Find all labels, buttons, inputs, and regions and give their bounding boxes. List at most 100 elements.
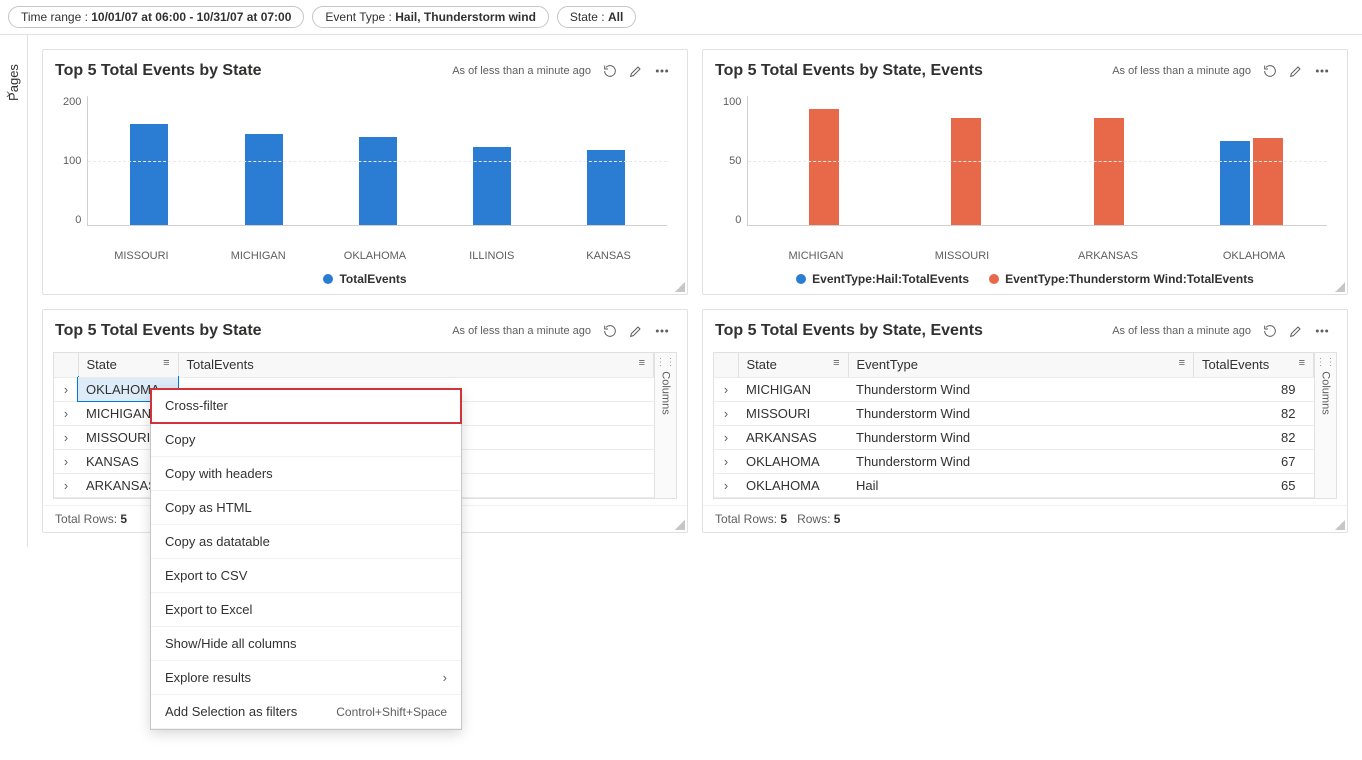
legend-item[interactable]: EventType:Thunderstorm Wind:TotalEvents	[989, 272, 1254, 286]
table-row[interactable]: ›MISSOURIThunderstorm Wind82	[714, 401, 1314, 425]
cell-total[interactable]: 65	[1194, 473, 1314, 497]
refresh-icon[interactable]	[597, 58, 623, 84]
menu-cross-filter[interactable]: Cross-filter	[151, 389, 461, 423]
cell-state[interactable]: ARKANSAS	[738, 425, 848, 449]
column-menu-icon[interactable]: ≡	[1179, 357, 1185, 369]
cell-eventtype[interactable]: Hail	[848, 473, 1194, 497]
more-icon[interactable]	[649, 318, 675, 344]
col-header-eventtype[interactable]: EventType	[857, 357, 918, 372]
expand-icon[interactable]: ›	[54, 473, 78, 497]
pages-label: Pages	[6, 64, 21, 101]
edit-icon[interactable]	[623, 58, 649, 84]
expand-icon[interactable]: ›	[54, 401, 78, 425]
bar[interactable]	[809, 109, 839, 225]
menu-copy-datatable[interactable]: Copy as datatable	[151, 525, 461, 559]
refresh-icon[interactable]	[597, 318, 623, 344]
menu-copy-html[interactable]: Copy as HTML	[151, 491, 461, 525]
bar[interactable]	[245, 134, 283, 225]
cell-eventtype[interactable]: Thunderstorm Wind	[848, 449, 1194, 473]
bar[interactable]	[473, 147, 511, 225]
table-footer: Total Rows: 5 Rows: 5	[703, 505, 1347, 532]
filter-time-range[interactable]: Time range : 10/01/07 at 06:00 - 10/31/0…	[8, 6, 304, 28]
expand-icon[interactable]: ›	[54, 377, 78, 401]
bar[interactable]	[359, 137, 397, 225]
menu-copy-headers[interactable]: Copy with headers	[151, 457, 461, 491]
column-menu-icon[interactable]: ≡	[639, 357, 645, 369]
legend-label: EventType:Thunderstorm Wind:TotalEvents	[1005, 272, 1254, 286]
columns-label: Columns	[660, 371, 672, 414]
edit-icon[interactable]	[1283, 318, 1309, 344]
expand-icon[interactable]: ›	[714, 473, 738, 497]
expand-icon[interactable]: ›	[714, 377, 738, 401]
cell-state[interactable]: OKLAHOMA	[738, 449, 848, 473]
cell-state[interactable]: OKLAHOMA	[738, 473, 848, 497]
cell-total[interactable]: 82	[1194, 425, 1314, 449]
tile-top5-state-chart: Top 5 Total Events by State As of less t…	[42, 49, 688, 295]
bar[interactable]	[1253, 138, 1283, 225]
tile-timestamp: As of less than a minute ago	[452, 65, 591, 77]
refresh-icon[interactable]	[1257, 58, 1283, 84]
bar[interactable]	[951, 118, 981, 225]
bar[interactable]	[130, 124, 168, 225]
columns-panel-toggle[interactable]: ⋮⋮ Columns	[1314, 353, 1336, 498]
col-header-state[interactable]: State	[87, 357, 117, 372]
columns-panel-toggle[interactable]: ⋮⋮ Columns	[654, 353, 676, 498]
expand-icon[interactable]: ›	[714, 449, 738, 473]
expand-icon[interactable]: ›	[54, 449, 78, 473]
cell-eventtype[interactable]: Thunderstorm Wind	[848, 425, 1194, 449]
resize-handle[interactable]	[1335, 282, 1345, 292]
column-menu-icon[interactable]: ≡	[1299, 357, 1305, 369]
expand-icon[interactable]: ›	[714, 425, 738, 449]
pages-panel-collapsed[interactable]: › Pages	[0, 35, 28, 547]
more-icon[interactable]	[649, 58, 675, 84]
filter-state[interactable]: State : All	[557, 6, 636, 28]
cell-total[interactable]: 82	[1194, 401, 1314, 425]
cell-state[interactable]: MICHIGAN	[738, 377, 848, 401]
col-header-state[interactable]: State	[747, 357, 777, 372]
column-menu-icon[interactable]: ≡	[163, 357, 169, 369]
menu-export-excel[interactable]: Export to Excel	[151, 593, 461, 627]
cell-total[interactable]: 89	[1194, 377, 1314, 401]
more-icon[interactable]	[1309, 318, 1335, 344]
refresh-icon[interactable]	[1257, 318, 1283, 344]
ytick: 100	[63, 155, 81, 167]
cell-eventtype[interactable]: Thunderstorm Wind	[848, 401, 1194, 425]
ytick: 0	[75, 214, 81, 226]
col-header-total[interactable]: TotalEvents	[187, 357, 254, 372]
cell-state[interactable]: MISSOURI	[738, 401, 848, 425]
ytick: 50	[729, 155, 741, 167]
table-row[interactable]: ›ARKANSASThunderstorm Wind82	[714, 425, 1314, 449]
cell-eventtype[interactable]: Thunderstorm Wind	[848, 377, 1194, 401]
legend-item[interactable]: TotalEvents	[323, 272, 406, 286]
table-row[interactable]: ›MICHIGANThunderstorm Wind89	[714, 377, 1314, 401]
menu-explore-results[interactable]: Explore results›	[151, 661, 461, 695]
tile-title: Top 5 Total Events by State, Events	[715, 62, 1112, 80]
more-icon[interactable]	[1309, 58, 1335, 84]
edit-icon[interactable]	[623, 318, 649, 344]
resize-handle[interactable]	[675, 282, 685, 292]
edit-icon[interactable]	[1283, 58, 1309, 84]
tile-timestamp: As of less than a minute ago	[1112, 65, 1251, 77]
filter-event-type[interactable]: Event Type : Hail, Thunderstorm wind	[312, 6, 549, 28]
menu-add-selection-filters[interactable]: Add Selection as filtersControl+Shift+Sp…	[151, 695, 461, 729]
expand-icon[interactable]: ›	[54, 425, 78, 449]
menu-export-csv[interactable]: Export to CSV	[151, 559, 461, 593]
bar[interactable]	[1220, 141, 1250, 226]
resize-handle[interactable]	[675, 520, 685, 530]
column-menu-icon[interactable]: ≡	[833, 357, 839, 369]
expand-icon[interactable]: ›	[714, 401, 738, 425]
filter-label: State :	[570, 10, 608, 24]
cell-total[interactable]: 67	[1194, 449, 1314, 473]
table-2[interactable]: State≡ EventType≡ TotalEvents≡ ›MICHIGAN…	[714, 353, 1314, 498]
menu-showhide-columns[interactable]: Show/Hide all columns	[151, 627, 461, 661]
resize-handle[interactable]	[1335, 520, 1345, 530]
context-menu: Cross-filter Copy Copy with headers Copy…	[150, 388, 462, 730]
table-row[interactable]: ›OKLAHOMAThunderstorm Wind67	[714, 449, 1314, 473]
legend-item[interactable]: EventType:Hail:TotalEvents	[796, 272, 969, 286]
bar[interactable]	[1094, 118, 1124, 225]
bar[interactable]	[587, 150, 625, 225]
tile-title: Top 5 Total Events by State	[55, 62, 452, 80]
col-header-total[interactable]: TotalEvents	[1202, 357, 1269, 372]
table-row[interactable]: ›OKLAHOMAHail65	[714, 473, 1314, 497]
menu-copy[interactable]: Copy	[151, 423, 461, 457]
